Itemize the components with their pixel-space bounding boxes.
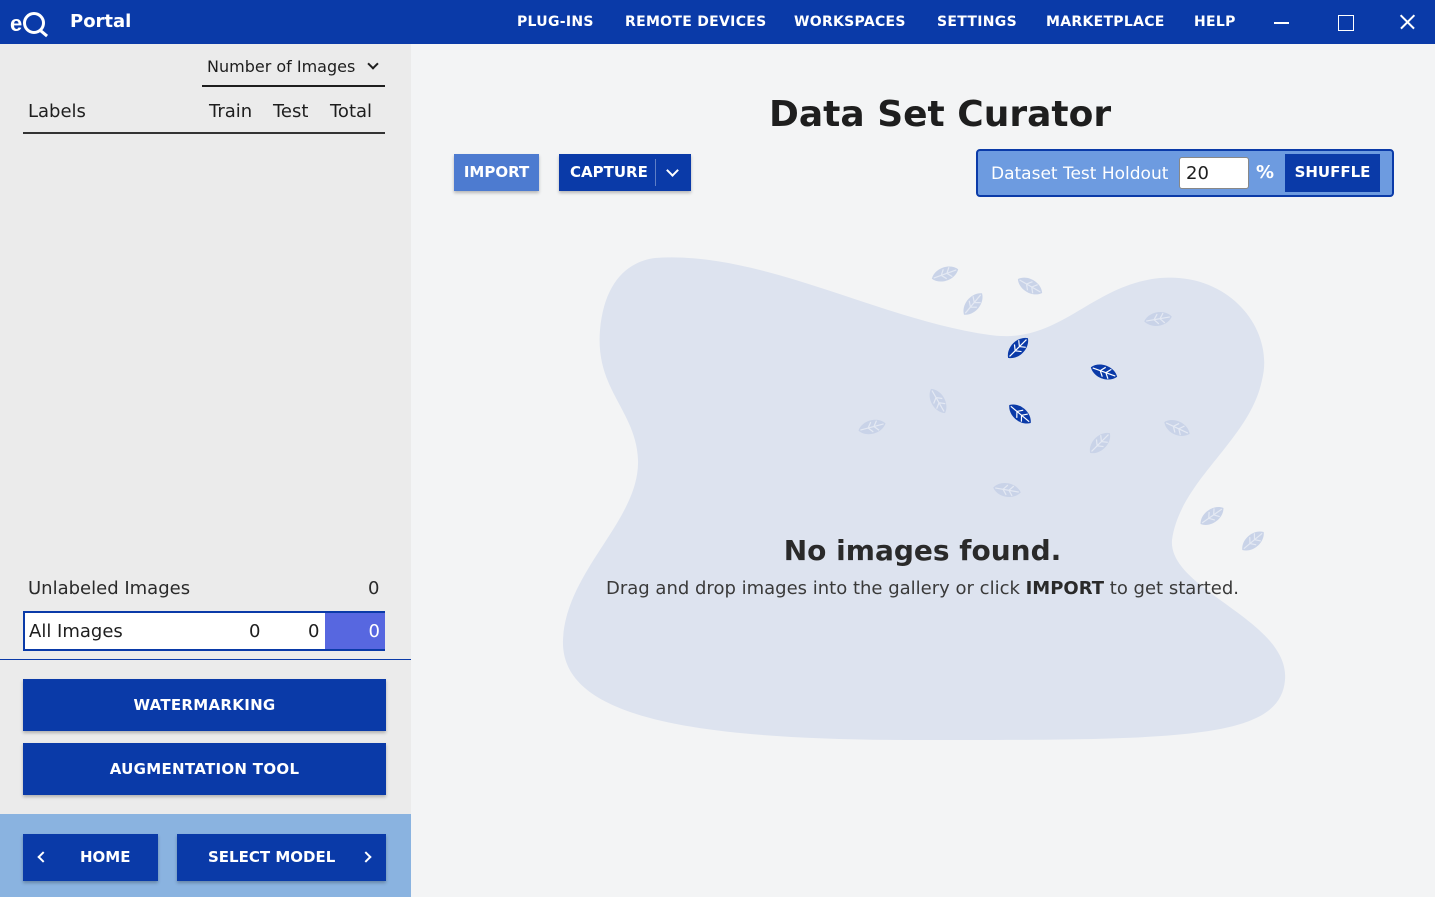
leaf-icon <box>963 293 983 315</box>
empty-state-title: No images found. <box>783 534 1062 567</box>
capture-label: CAPTURE <box>570 163 648 181</box>
chevron-down-icon[interactable] <box>666 164 679 177</box>
capture-button[interactable]: CAPTURE <box>559 154 691 191</box>
empty-msg-part: to get started. <box>1104 578 1239 599</box>
holdout-panel: Dataset Test Holdout % SHUFFLE <box>976 149 1394 197</box>
empty-msg-import: IMPORT <box>1025 578 1105 599</box>
percent-unit: % <box>1256 162 1275 183</box>
page-title: Data Set Curator <box>769 94 1112 135</box>
shuffle-button[interactable]: SHUFFLE <box>1285 154 1380 192</box>
empty-gallery-illustration <box>562 257 1286 740</box>
capture-divider <box>655 159 656 186</box>
empty-state-message: Drag and drop images into the gallery or… <box>410 578 1435 599</box>
leaf-icon <box>1017 277 1043 295</box>
import-button[interactable]: IMPORT <box>454 154 539 191</box>
leaf-icon <box>1200 507 1224 525</box>
empty-msg-part: Drag and drop images into the gallery or… <box>605 578 1026 599</box>
holdout-input[interactable] <box>1179 157 1249 189</box>
holdout-label: Dataset Test Holdout <box>991 164 1169 184</box>
leaf-icon <box>931 266 959 282</box>
